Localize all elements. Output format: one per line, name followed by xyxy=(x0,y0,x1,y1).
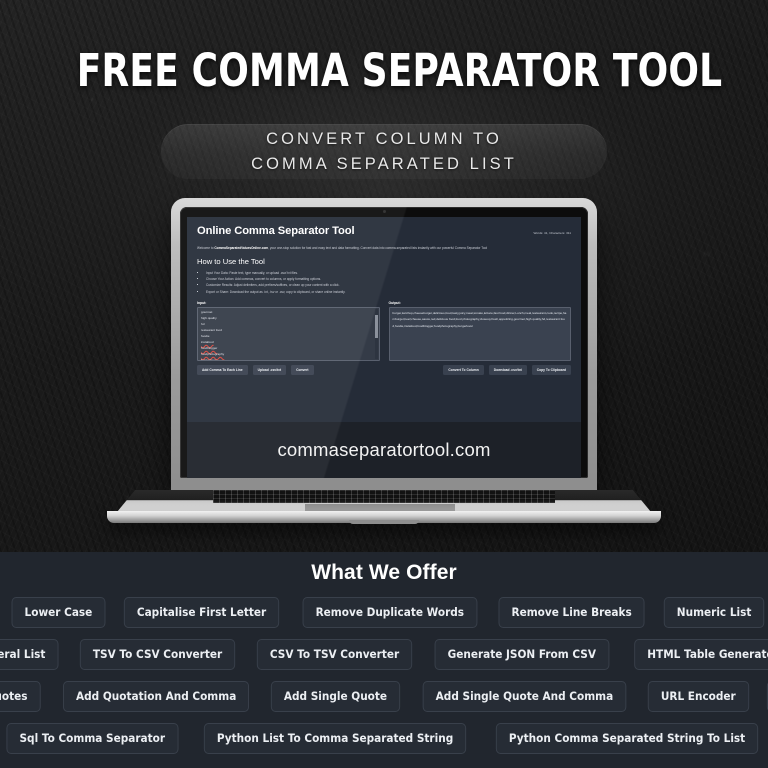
tag-row: Roman Numeral List TSV To CSV Converter … xyxy=(0,639,768,670)
tag-row: Add Double Quotes Add Quotation And Comm… xyxy=(0,681,768,712)
laptop-base xyxy=(107,490,661,526)
add-comma-to-each-line-button[interactable]: Add Comma To Each Line xyxy=(197,365,248,375)
tag-numeric-list[interactable]: Numeric List xyxy=(664,597,765,628)
tool-heading: Online Comma Separator Tool xyxy=(197,225,355,237)
offer-heading: What We Offer xyxy=(311,561,457,584)
tag-csv-to-tsv-converter[interactable]: CSV To TSV Converter xyxy=(257,639,413,670)
tag-row: Sql To Comma Separator Python List To Co… xyxy=(6,723,762,754)
left-button-group: Add Comma To Each Line Upload .csv/txt C… xyxy=(197,365,382,375)
tag-sql-to-comma-separator[interactable]: Sql To Comma Separator xyxy=(6,723,178,754)
webcam-icon xyxy=(382,210,386,213)
subtitle-line-2: COMMA SEPARATED LIST xyxy=(251,154,517,173)
laptop-mockup: Online Comma Separator Tool Words: 41, C… xyxy=(0,198,768,538)
tag-lower-case[interactable]: Lower Case xyxy=(11,597,105,628)
output-text: burger,ketchup,cheeseburger,delicious,fo… xyxy=(392,311,567,328)
upload-file-button[interactable]: Upload .csv/txt xyxy=(252,365,287,375)
tag-tsv-to-csv-converter[interactable]: TSV To CSV Converter xyxy=(80,639,236,670)
screen-bezel: Online Comma Separator Tool Words: 41, C… xyxy=(180,207,588,478)
tag-html-table-generator-from-csv[interactable]: HTML Table Generator From CSV xyxy=(634,639,768,670)
what-we-offer-section: What We Offer Upper Case Lower Case Capi… xyxy=(0,552,768,768)
subtitle-pill: CONVERT COLUMN TO COMMA SEPARATED LIST xyxy=(161,124,607,179)
tag-add-single-quote-and-comma[interactable]: Add Single Quote And Comma xyxy=(423,681,627,712)
output-textarea[interactable]: burger,ketchup,cheeseburger,delicious,fo… xyxy=(388,307,571,362)
howto-steps-list: Input Your Data: Paste text, type manual… xyxy=(206,270,571,296)
page-title: FREE COMMA SEPARATOR TOOL xyxy=(76,44,723,97)
laptop-lid: Online Comma Separator Tool Words: 41, C… xyxy=(171,198,597,494)
tag-remove-duplicate-words[interactable]: Remove Duplicate Words xyxy=(302,597,477,628)
website-url-band: commaseparatortool.com xyxy=(187,422,581,478)
laptop-base-notch xyxy=(349,520,419,524)
howto-heading: How to Use the Tool xyxy=(197,256,265,266)
input-label: Input: xyxy=(197,301,207,306)
subtitle-line-1: CONVERT COLUMN TO xyxy=(266,129,502,148)
convert-button[interactable]: Convert xyxy=(291,365,314,375)
list-item: Export or Share: Download the output as … xyxy=(206,289,571,295)
welcome-prefix: Welcome to xyxy=(197,246,215,250)
output-label: Output: xyxy=(388,301,401,306)
tag-add-single-quote[interactable]: Add Single Quote xyxy=(271,681,401,712)
input-textarea[interactable]: gourmet high quality hd restaurant food … xyxy=(197,307,380,362)
input-column: Input: gourmet high quality hd restauran… xyxy=(197,301,380,362)
tag-url-encoder[interactable]: URL Encoder xyxy=(648,681,750,712)
website-page: Online Comma Separator Tool Words: 41, C… xyxy=(187,217,581,375)
welcome-paragraph: Welcome to CommaSeparatedValuesOnline.co… xyxy=(197,246,571,252)
convert-to-column-button[interactable]: Convert To Column xyxy=(443,365,484,375)
tag-roman-numeral-list[interactable]: Roman Numeral List xyxy=(0,639,59,670)
offer-tag-list: Upper Case Lower Case Capitalise First L… xyxy=(0,585,768,754)
tag-capitalise-first-letter[interactable]: Capitalise First Letter xyxy=(124,597,280,628)
tag-add-double-quotes[interactable]: Add Double Quotes xyxy=(0,681,41,712)
input-line: burgerlover xyxy=(201,358,217,362)
download-file-button[interactable]: Download .csv/txt xyxy=(488,365,527,375)
action-buttons-row: Add Comma To Each Line Upload .csv/txt C… xyxy=(197,365,571,375)
tag-generate-json-from-csv[interactable]: Generate JSON From CSV xyxy=(434,639,610,670)
tag-remove-line-breaks[interactable]: Remove Line Breaks xyxy=(498,597,645,628)
brand-name: CommaSeparatedValuesOnline.com xyxy=(214,246,269,250)
website-url: commaseparatortool.com xyxy=(277,439,491,460)
copy-to-clipboard-button[interactable]: Copy To Clipboard xyxy=(531,365,571,375)
right-button-group: Convert To Column Download .csv/txt Copy… xyxy=(387,365,571,375)
page-header: Online Comma Separator Tool Words: 41, C… xyxy=(197,225,571,237)
keyboard-highlight xyxy=(213,490,555,503)
trackpad xyxy=(305,504,455,511)
input-scrollbar[interactable] xyxy=(374,309,378,360)
output-column: Output: burger,ketchup,cheeseburger,deli… xyxy=(388,301,571,362)
welcome-rest: , your one-stop solution for fast and ea… xyxy=(268,246,488,250)
input-output-row: Input: gourmet high quality hd restauran… xyxy=(197,301,571,362)
tag-add-quotation-and-comma[interactable]: Add Quotation And Comma xyxy=(63,681,250,712)
tag-python-comma-separated-string-to-list[interactable]: Python Comma Separated String To List xyxy=(496,723,759,754)
tag-row: Upper Case Lower Case Capitalise First L… xyxy=(6,597,765,628)
tag-python-list-to-comma-separated-string[interactable]: Python List To Comma Separated String xyxy=(204,723,467,754)
word-character-counter: Words: 41, Characters: 311 xyxy=(533,231,571,235)
